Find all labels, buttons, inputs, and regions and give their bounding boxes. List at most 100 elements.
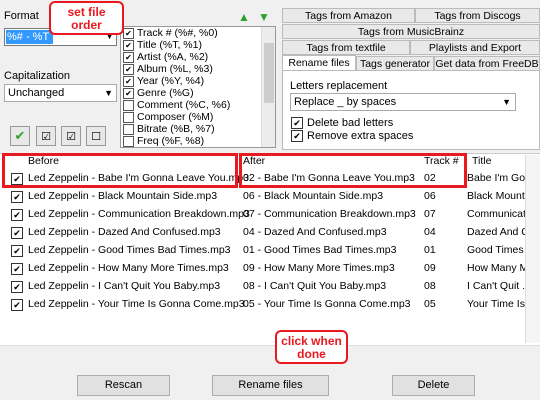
table-row[interactable]: ✔ Led Zeppelin - Dazed And Confused.mp3 04… bbox=[0, 224, 540, 240]
tab-playlists-and-export[interactable]: Playlists and Export bbox=[410, 40, 540, 55]
field-checkbox[interactable]: ✔ bbox=[123, 39, 134, 51]
table-row[interactable]: ✔ Led Zeppelin - How Many More Times.mp3 0… bbox=[0, 260, 540, 276]
select-fields-button[interactable]: ☑ bbox=[36, 126, 56, 146]
row-checkbox[interactable]: ✔ bbox=[11, 299, 23, 311]
field-label: Duration (%D, %9) bbox=[137, 147, 225, 148]
letters-replacement-value: Replace _ by spaces bbox=[294, 96, 397, 108]
field-list[interactable]: ✔ Track # (%#, %0) ✔ Title (%T, %1) ✔ Artist … bbox=[120, 26, 276, 148]
letters-replacement-label: Letters replacement bbox=[290, 80, 388, 92]
apply-check-button[interactable]: ✔ bbox=[10, 126, 30, 146]
field-checkbox[interactable]: ✔ bbox=[123, 148, 134, 149]
move-up-arrow-icon[interactable]: ▲ bbox=[238, 10, 250, 24]
field-label: Year (%Y, %4) bbox=[137, 75, 205, 87]
cell-after: 05 - Your Time Is Gonna Come.mp3 bbox=[243, 298, 411, 310]
field-list-item[interactable]: Composer (%M) bbox=[121, 111, 275, 123]
check-all-button[interactable]: ☑ bbox=[61, 126, 81, 146]
table-horizontal-scrollbar[interactable] bbox=[0, 345, 540, 360]
rename-files-button[interactable]: Rename files bbox=[212, 375, 329, 396]
field-checkbox[interactable]: ✔ bbox=[123, 27, 134, 39]
rescan-button[interactable]: Rescan bbox=[77, 375, 170, 396]
field-label: Comment (%C, %6) bbox=[137, 99, 231, 111]
chevron-down-icon[interactable]: ▼ bbox=[502, 94, 511, 110]
table-row[interactable]: ✔ Led Zeppelin - Black Mountain Side.mp3 0… bbox=[0, 188, 540, 204]
field-list-item[interactable]: Comment (%C, %6) bbox=[121, 99, 275, 111]
scrollbar-thumb[interactable] bbox=[264, 43, 274, 103]
format-label: Format bbox=[4, 10, 39, 22]
tab-get-data-from-freedb[interactable]: Get data from FreeDB bbox=[434, 56, 540, 71]
tab-tags-from-amazon[interactable]: Tags from Amazon bbox=[282, 8, 415, 23]
capitalization-combo[interactable]: Unchanged ▼ bbox=[4, 84, 117, 102]
row-checkbox[interactable]: ✔ bbox=[11, 191, 23, 203]
checkmark-icon: ✔ bbox=[14, 128, 26, 143]
field-list-item[interactable]: ✔ Album (%L, %3) bbox=[121, 63, 275, 75]
delete-bad-letters-checkbox[interactable]: ✔ bbox=[291, 117, 303, 129]
cell-after: 04 - Dazed And Confused.mp3 bbox=[243, 226, 387, 238]
row-checkbox[interactable]: ✔ bbox=[11, 281, 23, 293]
uncheck-all-button[interactable]: ☐ bbox=[86, 126, 106, 146]
annotation-box-after bbox=[239, 153, 467, 188]
table-row[interactable]: ✔ Led Zeppelin - Your Time Is Gonna Come.… bbox=[0, 296, 540, 312]
field-label: Title (%T, %1) bbox=[137, 39, 202, 51]
field-list-item[interactable]: ✔ Title (%T, %1) bbox=[121, 39, 275, 51]
table-row[interactable]: ✔ Led Zeppelin - Communication Breakdown.… bbox=[0, 206, 540, 222]
cell-track: 01 bbox=[424, 244, 436, 256]
annotation-box-before bbox=[2, 153, 238, 188]
field-list-item[interactable]: ✔ Year (%Y, %4) bbox=[121, 75, 275, 87]
cell-before: Led Zeppelin - Black Mountain Side.mp3 bbox=[28, 190, 218, 202]
cell-after: 06 - Black Mountain Side.mp3 bbox=[243, 190, 384, 202]
cell-before: Led Zeppelin - Dazed And Confused.mp3 bbox=[28, 226, 221, 238]
cell-title: Communicati... bbox=[467, 208, 525, 220]
cell-title: How Many M... bbox=[467, 262, 525, 274]
field-checkbox[interactable] bbox=[123, 123, 134, 135]
row-checkbox[interactable]: ✔ bbox=[11, 245, 23, 257]
tab-tags-from-textfile[interactable]: Tags from textfile bbox=[282, 40, 410, 55]
field-label: Genre (%G) bbox=[137, 87, 194, 99]
table-row[interactable]: ✔ Led Zeppelin - Good Times Bad Times.mp3… bbox=[0, 242, 540, 258]
field-list-item[interactable]: Freq (%F, %8) bbox=[121, 135, 275, 147]
row-checkbox[interactable]: ✔ bbox=[11, 227, 23, 239]
field-label: Bitrate (%B, %7) bbox=[137, 123, 215, 135]
capitalization-value: Unchanged bbox=[8, 87, 65, 99]
checkbox-checked-icon: ☑ bbox=[66, 130, 76, 143]
field-checkbox[interactable] bbox=[123, 99, 134, 111]
field-checkbox[interactable]: ✔ bbox=[123, 51, 134, 63]
field-checkbox[interactable]: ✔ bbox=[123, 63, 134, 75]
cell-track: 09 bbox=[424, 262, 436, 274]
field-checkbox[interactable]: ✔ bbox=[123, 87, 134, 99]
cell-before: Led Zeppelin - Good Times Bad Times.mp3 bbox=[28, 244, 231, 256]
field-label: Track # (%#, %0) bbox=[137, 27, 218, 39]
field-list-item[interactable]: Bitrate (%B, %7) bbox=[121, 123, 275, 135]
move-down-arrow-icon[interactable]: ▼ bbox=[258, 10, 270, 24]
field-checkbox[interactable] bbox=[123, 135, 134, 147]
column-header-title[interactable]: Title bbox=[472, 155, 491, 167]
field-list-item[interactable]: ✔ Track # (%#, %0) bbox=[121, 27, 275, 39]
cell-after: 09 - How Many More Times.mp3 bbox=[243, 262, 395, 274]
cell-title: Black Mount... bbox=[467, 190, 525, 202]
remove-extra-spaces-checkbox[interactable]: ✔ bbox=[291, 130, 303, 142]
table-vertical-scrollbar[interactable] bbox=[525, 155, 540, 343]
cell-after: 01 - Good Times Bad Times.mp3 bbox=[243, 244, 397, 256]
row-checkbox[interactable]: ✔ bbox=[11, 263, 23, 275]
cell-track: 07 bbox=[424, 208, 436, 220]
table-row[interactable]: ✔ Led Zeppelin - I Can't Quit You Baby.mp… bbox=[0, 278, 540, 294]
letters-replacement-combo[interactable]: Replace _ by spaces ▼ bbox=[290, 93, 516, 111]
annotation-click-done: click when done bbox=[275, 330, 348, 364]
capitalization-label: Capitalization bbox=[4, 70, 71, 82]
tab-tags-generator[interactable]: Tags generator bbox=[356, 56, 434, 71]
field-list-item[interactable]: ✔ Genre (%G) bbox=[121, 87, 275, 99]
field-checkbox[interactable] bbox=[123, 111, 134, 123]
chevron-down-icon[interactable]: ▼ bbox=[104, 85, 113, 101]
delete-bad-letters-option[interactable]: ✔ Delete bad letters bbox=[291, 117, 393, 129]
tab-tags-from-musicbrainz[interactable]: Tags from MusicBrainz bbox=[282, 24, 540, 39]
tab-tags-from-discogs[interactable]: Tags from Discogs bbox=[415, 8, 540, 23]
field-list-item[interactable]: ✔ Artist (%A, %2) bbox=[121, 51, 275, 63]
cell-before: Led Zeppelin - Communication Breakdown.m… bbox=[28, 208, 250, 220]
checklist-icon: ☑ bbox=[41, 130, 51, 143]
delete-button[interactable]: Delete bbox=[392, 375, 475, 396]
field-checkbox[interactable]: ✔ bbox=[123, 75, 134, 87]
row-checkbox[interactable]: ✔ bbox=[11, 209, 23, 221]
field-list-item[interactable]: ✔Duration (%D, %9) bbox=[121, 147, 275, 148]
field-list-scrollbar[interactable] bbox=[261, 27, 275, 147]
format-value: %# - %T bbox=[6, 30, 53, 44]
remove-extra-spaces-option[interactable]: ✔ Remove extra spaces bbox=[291, 130, 413, 142]
